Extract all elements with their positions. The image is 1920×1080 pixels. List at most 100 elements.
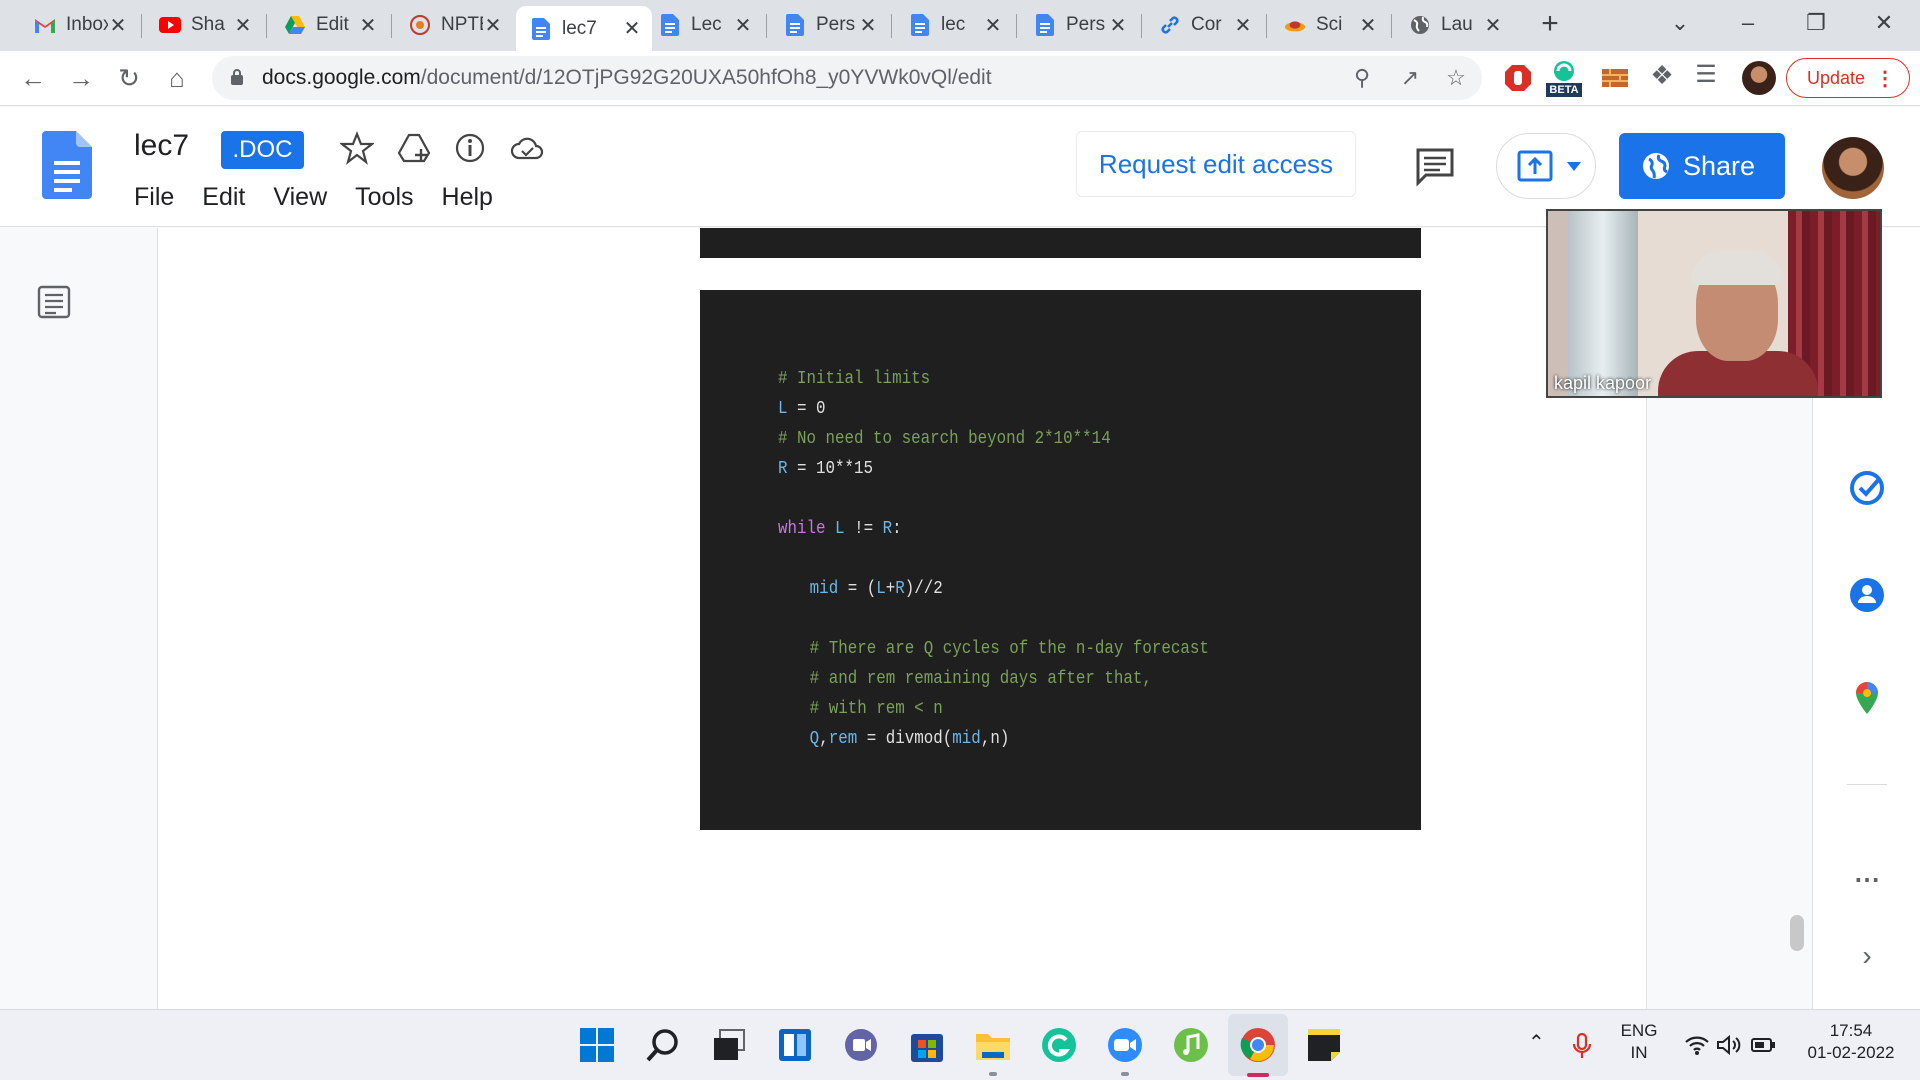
widgets-icon[interactable] xyxy=(776,1026,814,1064)
present-button[interactable] xyxy=(1496,133,1596,199)
tab-close-icon[interactable]: ✕ xyxy=(733,13,753,38)
link-icon xyxy=(1159,14,1181,36)
url-text: docs.google.com/document/d/12OTjPG92G20U… xyxy=(262,66,992,90)
browser-tab[interactable]: Inbox ✕ xyxy=(20,6,138,44)
browser-tab[interactable]: Lau ✕ xyxy=(1395,6,1513,44)
info-icon[interactable] xyxy=(453,131,487,165)
sticky-notes-icon[interactable] xyxy=(1305,1026,1343,1064)
expand-panel-chevron-icon[interactable]: › xyxy=(1847,940,1887,980)
menu-view[interactable]: View xyxy=(273,183,327,212)
tab-close-icon[interactable]: ✕ xyxy=(983,13,1003,38)
video-call-overlay[interactable]: kapil kapoor xyxy=(1546,209,1882,398)
browser-tab[interactable]: Sha ✕ xyxy=(145,6,263,44)
add-to-drive-icon[interactable] xyxy=(397,131,431,165)
scrollbar-thumb[interactable] xyxy=(1790,915,1804,951)
browser-tab[interactable]: lec ✕ xyxy=(895,6,1013,44)
code-token: # and rem remaining days after that, xyxy=(809,669,1152,689)
tab-close-icon[interactable]: ✕ xyxy=(108,13,128,38)
browser-tab[interactable]: Edit ✕ xyxy=(270,6,388,44)
browser-tab[interactable]: Lec ✕ xyxy=(645,6,763,44)
clock[interactable]: 17:54 01-02-2022 xyxy=(1796,1020,1906,1064)
microsoft-store-icon[interactable] xyxy=(908,1026,946,1064)
reload-icon[interactable]: ↻ xyxy=(112,61,146,95)
google-docs-icon xyxy=(909,14,931,36)
menu-help[interactable]: Help xyxy=(442,183,493,212)
battery-icon[interactable] xyxy=(1750,1036,1776,1054)
teams-chat-icon[interactable] xyxy=(842,1026,880,1064)
star-icon[interactable] xyxy=(340,131,374,165)
volume-icon[interactable] xyxy=(1716,1034,1742,1056)
new-tab-button[interactable]: + xyxy=(1535,9,1565,40)
comment-history-icon[interactable] xyxy=(1414,147,1456,187)
grammarly-icon[interactable] xyxy=(1040,1026,1078,1064)
brick-extension-icon[interactable] xyxy=(1600,63,1630,93)
browser-tab[interactable]: Sci ✕ xyxy=(1270,6,1388,44)
browser-tab[interactable]: lec7 ✕ xyxy=(516,6,652,51)
account-avatar[interactable] xyxy=(1822,137,1884,199)
forward-icon[interactable]: → xyxy=(64,61,98,95)
task-view-icon[interactable] xyxy=(710,1026,748,1064)
share-page-icon[interactable]: ↗ xyxy=(1396,64,1424,92)
music-icon[interactable] xyxy=(1172,1026,1210,1064)
code-screenshot-image[interactable]: # Initial limits L = 0 # No need to search… xyxy=(700,290,1421,830)
share-button[interactable]: Share xyxy=(1619,133,1785,199)
tab-close-icon[interactable]: ✕ xyxy=(233,13,253,38)
maps-icon[interactable] xyxy=(1847,678,1887,718)
back-icon[interactable]: ← xyxy=(16,61,50,95)
windows-start-icon[interactable] xyxy=(578,1026,616,1064)
nptel-icon xyxy=(409,14,431,36)
zoom-icon[interactable] xyxy=(1106,1026,1144,1064)
menu-edit[interactable]: Edit xyxy=(202,183,245,212)
request-edit-access-button[interactable]: Request edit access xyxy=(1076,131,1356,197)
browser-tab[interactable]: Pers ✕ xyxy=(1020,6,1138,44)
document-outline-icon[interactable] xyxy=(36,284,72,320)
contacts-icon[interactable] xyxy=(1847,575,1887,615)
tab-close-icon[interactable]: ✕ xyxy=(1358,13,1378,38)
tab-close-icon[interactable]: ✕ xyxy=(622,16,642,41)
adblock-extension-icon[interactable] xyxy=(1503,63,1533,93)
show-hidden-icons-chevron-icon[interactable]: ⌃ xyxy=(1528,1032,1545,1054)
tab-title: Pers xyxy=(1066,14,1106,35)
tab-close-icon[interactable]: ✕ xyxy=(483,13,503,38)
reading-list-icon[interactable]: ☰ xyxy=(1692,61,1720,89)
minimize-icon[interactable]: – xyxy=(1728,8,1768,38)
extensions-puzzle-icon[interactable]: ❖ xyxy=(1648,61,1676,89)
address-bar[interactable]: docs.google.com/document/d/12OTjPG92G20U… xyxy=(212,56,1482,100)
restore-icon[interactable]: ❐ xyxy=(1796,8,1836,38)
document-page[interactable]: # Initial limits L = 0 # No need to search… xyxy=(157,228,1647,1009)
tab-close-icon[interactable]: ✕ xyxy=(1483,13,1503,38)
browser-tab[interactable]: Pers ✕ xyxy=(770,6,888,44)
profile-avatar[interactable] xyxy=(1742,61,1776,95)
microphone-icon[interactable] xyxy=(1572,1032,1592,1060)
browser-tab[interactable]: Cor ✕ xyxy=(1145,6,1263,44)
tasks-icon[interactable] xyxy=(1847,468,1887,508)
document-title[interactable]: lec7 xyxy=(134,129,189,163)
more-icon[interactable]: ⋯ xyxy=(1847,864,1887,904)
code-token: = 0 xyxy=(787,399,826,419)
menu-file[interactable]: File xyxy=(134,183,174,212)
zoom-icon[interactable]: ⚲ xyxy=(1348,64,1376,92)
tab-title: Sha xyxy=(191,14,225,35)
browser-tab[interactable]: NPTEL✕ xyxy=(395,6,513,44)
file-explorer-icon[interactable] xyxy=(974,1026,1012,1064)
code-image-top xyxy=(700,228,1421,258)
home-icon[interactable]: ⌂ xyxy=(160,61,194,95)
tab-search-chevron-icon[interactable]: ⌄ xyxy=(1660,8,1700,38)
menu-tools[interactable]: Tools xyxy=(355,183,413,212)
cloud-saved-icon[interactable] xyxy=(510,131,544,165)
update-button[interactable]: Update ⋮ xyxy=(1786,58,1910,98)
chrome-icon[interactable] xyxy=(1239,1026,1277,1064)
google-docs-logo-icon[interactable] xyxy=(42,131,92,199)
tab-close-icon[interactable]: ✕ xyxy=(1233,13,1253,38)
tab-title: Sci xyxy=(1316,14,1343,35)
window-close-icon[interactable]: ✕ xyxy=(1864,8,1904,38)
grammarly-extension[interactable]: BETA xyxy=(1546,59,1582,99)
wifi-icon[interactable] xyxy=(1684,1034,1710,1056)
tab-close-icon[interactable]: ✕ xyxy=(358,13,378,38)
search-icon[interactable] xyxy=(644,1026,682,1064)
language-indicator[interactable]: ENG IN xyxy=(1614,1020,1664,1064)
bookmark-star-icon[interactable]: ☆ xyxy=(1442,64,1470,92)
tab-close-icon[interactable]: ✕ xyxy=(858,13,878,38)
tab-close-icon[interactable]: ✕ xyxy=(1108,13,1128,38)
